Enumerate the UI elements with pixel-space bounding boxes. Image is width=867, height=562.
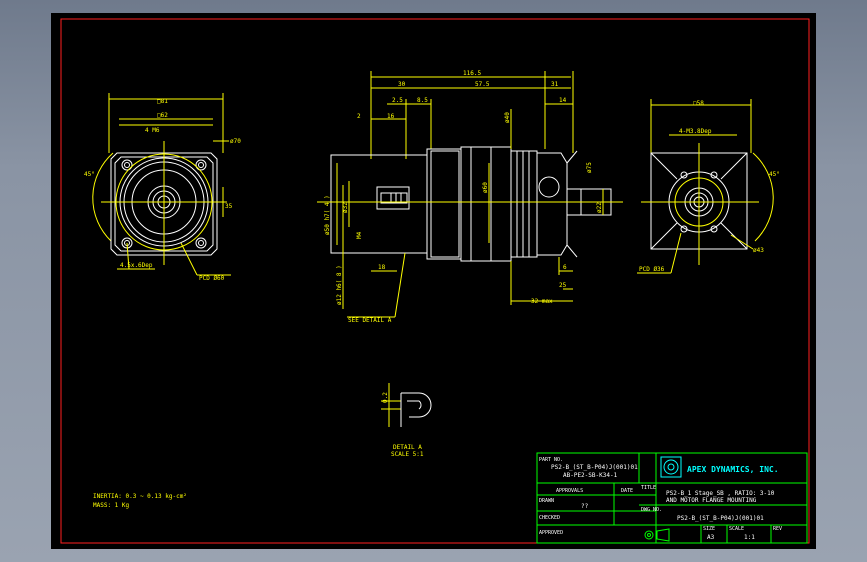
- company-logo: APEX DYNAMICS, INC.: [660, 456, 779, 478]
- rear-pcd: PCD Ø36: [639, 266, 665, 273]
- side-seg2: 57.5: [475, 81, 490, 88]
- rear-view: □58 4-M3.8Dep 45° ø43 PCD Ø36: [637, 99, 780, 274]
- projection-symbol-icon: [644, 528, 670, 542]
- tb-scale: 1:1: [744, 534, 755, 541]
- side-dia-flange: ø50 h7( 4 ): [324, 195, 331, 235]
- detail-dim: 0.2: [382, 392, 389, 403]
- front-angle: 45°: [84, 171, 95, 178]
- cad-drawing: □81 □62 4 M6 ø70 45° 35 4.5x.6Dep PCD Ø6…: [60, 18, 810, 544]
- front-pcd-circle: ø70: [230, 138, 241, 145]
- tb-part-no-label: PART NO.: [539, 457, 563, 463]
- rear-angle: 45°: [769, 171, 780, 178]
- front-bottom-left: 4.5x.6Dep: [120, 262, 153, 269]
- note-inertia: INERTIA: 0.3 ~ 0.13 kg-cm²: [93, 493, 187, 500]
- side-seg1: 30: [398, 81, 406, 88]
- rear-square: □58: [693, 100, 704, 107]
- tb-title-1: PS2-B_1 Stage_SB , RATIO: 3-10: [666, 490, 775, 497]
- tb-size: A3: [707, 534, 715, 541]
- side-overall: 116.5: [463, 70, 481, 77]
- side-d25: 25: [559, 282, 567, 289]
- tb-size-label: SIZE: [703, 526, 715, 532]
- side-view: 116.5 30 57.5 31 2.5 8.5 14 2 16 ø50 h7(…: [317, 70, 623, 324]
- tb-drawn: DRAWN: [539, 498, 554, 504]
- side-right-dia: ø75: [586, 162, 593, 173]
- tb-company: APEX DYNAMICS, INC.: [687, 465, 779, 474]
- side-d18: 18: [378, 264, 386, 271]
- side-motor: 32 max: [531, 298, 553, 305]
- detail-view: 0.2 DETAIL A SCALE 5:1: [381, 383, 432, 458]
- drawing-viewport[interactable]: □81 □62 4 M6 ø70 45° 35 4.5x.6Dep PCD Ø6…: [51, 13, 816, 549]
- side-dia-b: ø40: [504, 112, 511, 123]
- side-see-detail: SEE DETAIL A: [348, 317, 392, 324]
- side-seg6: 14: [559, 97, 567, 104]
- side-dia-shaft: ø12 h6( 8 ): [336, 265, 343, 305]
- front-view: □81 □62 4 M6 ø70 45° 35 4.5x.6Dep PCD Ø6…: [84, 93, 241, 282]
- front-square-outer: □81: [157, 98, 168, 105]
- note-mass: MASS: 1 Kg: [93, 502, 130, 509]
- side-m4: M4: [356, 231, 363, 239]
- tb-title-2: AND MOTOR FLANGE MOUNTING: [666, 497, 757, 504]
- tb-date: DATE: [621, 488, 633, 494]
- side-small: 2: [357, 113, 361, 120]
- tb-title-label: TITLE: [641, 485, 656, 491]
- side-seg3: 31: [551, 81, 559, 88]
- tb-dwg-label: DWG NO.: [641, 507, 662, 513]
- detail-scale: SCALE 5:1: [391, 451, 424, 458]
- front-holes: 4 M6: [145, 127, 160, 134]
- side-d6: 6: [563, 264, 567, 271]
- tb-drawn-by: ??: [581, 503, 589, 510]
- front-dim-side: 35: [225, 203, 233, 210]
- side-dia-c: ø60: [482, 182, 489, 193]
- tb-part-no-1: PS2-B_(ST_B-P04)J(001)01: [551, 464, 638, 471]
- tb-dwg-no: PS2-B_(ST_B-P04)J(001)01: [677, 515, 764, 522]
- rear-dim: ø43: [753, 247, 764, 254]
- detail-label: DETAIL A: [393, 444, 422, 451]
- title-block: PART NO. PS2-B_(ST_B-P04)J(001)01 AB-PE2…: [536, 452, 808, 544]
- tb-scale-label: SCALE: [729, 526, 744, 532]
- side-right-small: ø22: [596, 202, 603, 213]
- front-pcd: PCD Ø60: [199, 275, 225, 282]
- tb-part-no-2: AB-PE2-SB-K34-1: [563, 472, 618, 479]
- rear-holes: 4-M3.8Dep: [679, 128, 712, 135]
- tb-rev-label: REV: [773, 526, 782, 532]
- front-square-inner: □62: [157, 112, 168, 119]
- side-d16: 16: [387, 113, 395, 120]
- tb-checked: CHECKED: [539, 515, 560, 521]
- tb-approved: APPROVED: [539, 530, 563, 536]
- side-seg5: 8.5: [417, 97, 428, 104]
- tb-approvals: APPROVALS: [556, 488, 583, 494]
- side-seg4: 2.5: [392, 97, 403, 104]
